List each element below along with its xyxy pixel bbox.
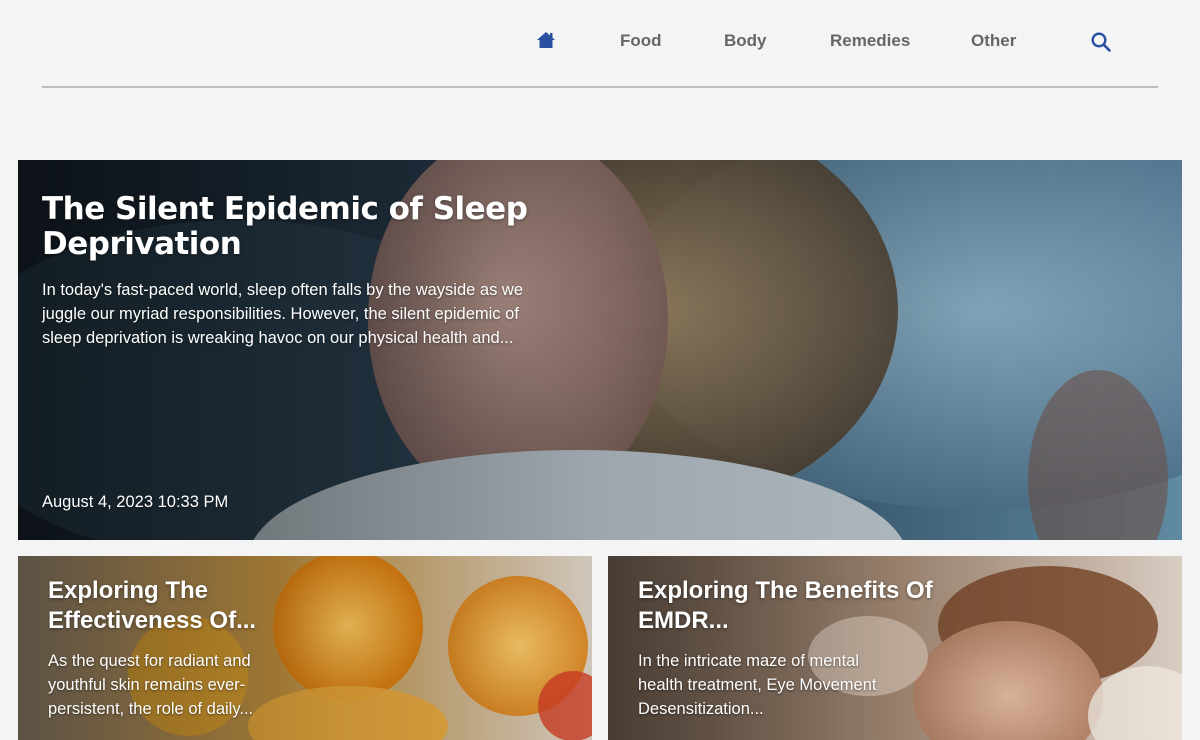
header-divider — [42, 86, 1158, 88]
nav-link-other[interactable]: Other — [971, 31, 1016, 51]
nav-link-body[interactable]: Body — [724, 31, 767, 51]
site-header: Food Body Remedies Other — [0, 0, 1200, 88]
home-icon[interactable] — [536, 30, 556, 50]
nav-link-remedies[interactable]: Remedies — [830, 31, 910, 51]
nav-link-food[interactable]: Food — [620, 31, 662, 51]
article-card-title[interactable]: Exploring The Effectiveness Of... — [48, 576, 348, 636]
article-card-emdr[interactable]: Exploring The Benefits Of EMDR... In the… — [608, 556, 1182, 740]
featured-article-title[interactable]: The Silent Epidemic of Sleep Deprivation — [42, 192, 562, 262]
featured-article[interactable]: The Silent Epidemic of Sleep Deprivation… — [18, 160, 1182, 540]
search-icon[interactable] — [1090, 31, 1112, 53]
article-card-excerpt: As the quest for radiant and youthful sk… — [48, 652, 254, 718]
featured-article-date: August 4, 2023 10:33 PM — [42, 493, 229, 511]
article-card-skincare[interactable]: Exploring The Effectiveness Of... As the… — [18, 556, 592, 740]
featured-article-excerpt: In today's fast-paced world, sleep often… — [42, 281, 523, 347]
article-card-excerpt: In the intricate maze of mental health t… — [638, 652, 877, 718]
article-card-title[interactable]: Exploring The Benefits Of EMDR... — [638, 576, 938, 636]
